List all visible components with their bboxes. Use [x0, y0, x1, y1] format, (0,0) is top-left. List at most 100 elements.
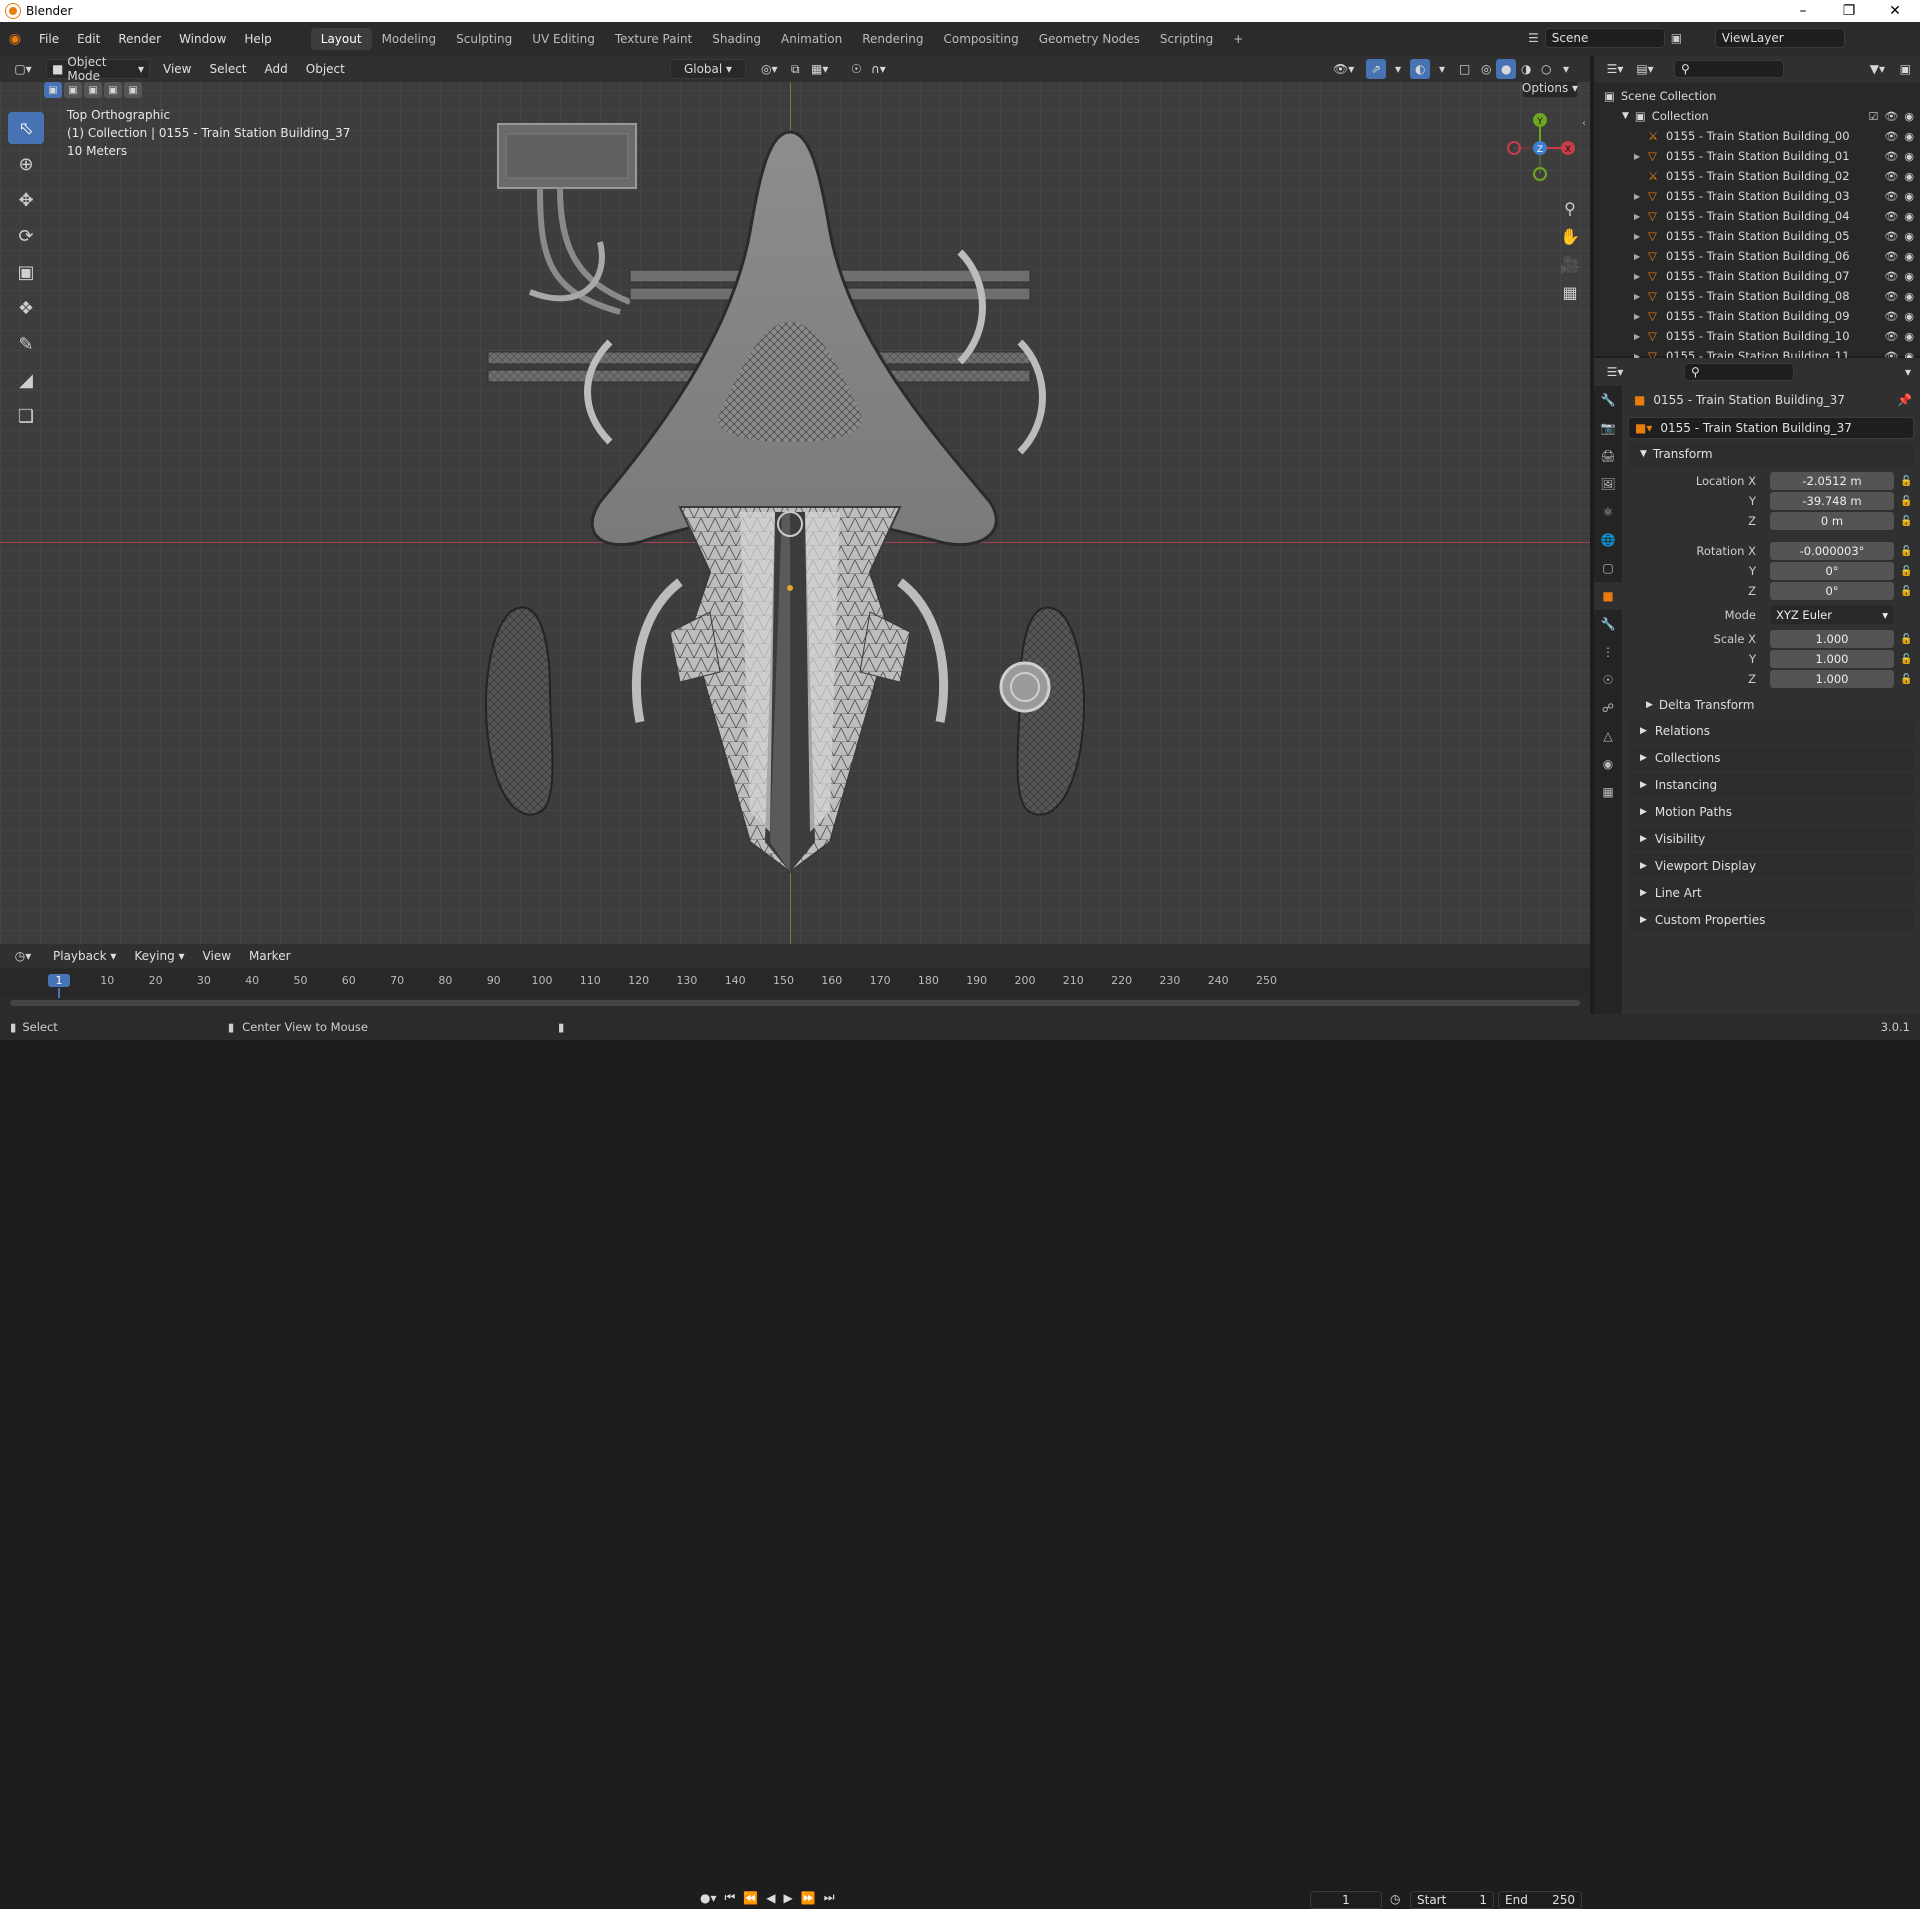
scale-tool-icon[interactable]: ▣: [8, 256, 44, 288]
falloff-icon[interactable]: ∩▾: [866, 59, 891, 79]
select-new-icon[interactable]: ▣: [44, 82, 62, 98]
scene-selector[interactable]: Scene: [1544, 28, 1665, 48]
viewport-menu-object[interactable]: Object: [297, 59, 354, 79]
select-subtract-icon[interactable]: ▣: [84, 82, 102, 98]
minimize-button[interactable]: –: [1780, 0, 1826, 22]
timeline-menu-keying[interactable]: Keying ▾: [125, 946, 193, 966]
panel-line-art[interactable]: ▶ Line Art: [1628, 881, 1914, 905]
tab-sculpting[interactable]: Sculpting: [446, 28, 522, 50]
outliner-item[interactable]: ▶ ▽ 0155 - Train Station Building_08 👁 ◉: [1594, 286, 1920, 306]
rendered-shading-icon[interactable]: ○: [1536, 59, 1556, 79]
panel-custom-properties[interactable]: ▶ Custom Properties: [1628, 908, 1914, 932]
select-box-tool-icon[interactable]: ⬁: [8, 112, 44, 144]
pan-hand-icon[interactable]: ✋: [1556, 222, 1584, 250]
transform-panel-header[interactable]: ▼ Transform: [1628, 442, 1914, 466]
particles-tab-icon[interactable]: ⋮: [1594, 638, 1622, 666]
measure-tool-icon[interactable]: ◢: [8, 364, 44, 396]
annotate-tool-icon[interactable]: ✎: [8, 328, 44, 360]
clock-icon[interactable]: ◷: [1390, 1892, 1400, 1906]
outliner-item[interactable]: ⚔ 0155 - Train Station Building_00 👁 ◉: [1594, 126, 1920, 146]
expand-arrow-icon[interactable]: ▶: [1634, 212, 1648, 221]
tool-tab-icon[interactable]: 🔧: [1594, 386, 1622, 414]
panel-instancing[interactable]: ▶ Instancing: [1628, 773, 1914, 797]
eye-icon[interactable]: 👁: [1884, 210, 1898, 223]
view-layer-tab-icon[interactable]: 🖼: [1594, 470, 1622, 498]
rotation-x-field[interactable]: -0.000003°: [1770, 542, 1894, 560]
timeline-editor-icon[interactable]: ◷▾: [8, 946, 38, 966]
menu-window[interactable]: Window: [170, 29, 235, 49]
maximize-button[interactable]: ❐: [1826, 0, 1872, 22]
location-y-field[interactable]: -39.748 m: [1770, 492, 1894, 510]
panel-motion-paths[interactable]: ▶ Motion Paths: [1628, 800, 1914, 824]
transform-orientation-select[interactable]: Global ▾: [670, 59, 746, 79]
constraints-tab-icon[interactable]: ☍: [1594, 694, 1622, 722]
scale-y-field[interactable]: 1.000: [1770, 650, 1894, 668]
menu-render[interactable]: Render: [109, 29, 170, 49]
lock-icon[interactable]: 🔓: [1900, 566, 1912, 577]
tab-shading[interactable]: Shading: [702, 28, 771, 50]
expand-arrow-icon[interactable]: ▶: [1634, 232, 1648, 241]
3d-viewport[interactable]: ▣ ▣ ▣ ▣ ▣ ⬁ ⊕ ✥ ⟳ ▣ ❖ ✎ ◢ ❏ Top Orthogra…: [0, 82, 1590, 944]
location-x-field[interactable]: -2.0512 m: [1770, 472, 1894, 490]
select-invert-icon[interactable]: ▣: [104, 82, 122, 98]
tab-texture-paint[interactable]: Texture Paint: [605, 28, 702, 50]
eye-icon[interactable]: 👁: [1884, 230, 1898, 243]
object-tab-icon[interactable]: ■: [1594, 582, 1622, 610]
object-name-field[interactable]: ■▾ 0155 - Train Station Building_37: [1628, 417, 1914, 439]
wireframe-shading-icon[interactable]: ◎: [1476, 59, 1496, 79]
world-tab-icon[interactable]: 🌐: [1594, 526, 1622, 554]
outliner-item[interactable]: ▶ ▽ 0155 - Train Station Building_01 👁 ◉: [1594, 146, 1920, 166]
move-tool-icon[interactable]: ✥: [8, 184, 44, 216]
camera-icon[interactable]: ◉: [1904, 270, 1914, 283]
navigation-gizmo[interactable]: Y X Z: [1500, 108, 1580, 188]
snap-icon[interactable]: ⧉: [786, 59, 805, 79]
scale-x-field[interactable]: 1.000: [1770, 630, 1894, 648]
train-station-model[interactable]: [470, 112, 1110, 932]
checkbox-icon[interactable]: ☑: [1869, 110, 1879, 123]
output-tab-icon[interactable]: 🖨: [1594, 442, 1622, 470]
eye-icon[interactable]: 👁: [1884, 250, 1898, 263]
eye-icon[interactable]: 👁: [1884, 130, 1898, 143]
menu-edit[interactable]: Edit: [68, 29, 109, 49]
pin-icon[interactable]: 📌: [1897, 393, 1912, 407]
camera-icon[interactable]: ◉: [1904, 150, 1914, 163]
overlay-dropdown-icon[interactable]: ▾: [1434, 59, 1450, 79]
camera-icon[interactable]: ◉: [1904, 210, 1914, 223]
camera-icon[interactable]: ◉: [1904, 250, 1914, 263]
camera-icon[interactable]: ◉: [1904, 330, 1914, 343]
jump-start-icon[interactable]: ⏮: [725, 1890, 736, 1905]
tab-uv-editing[interactable]: UV Editing: [522, 28, 605, 50]
eye-icon[interactable]: 👁: [1884, 150, 1898, 163]
gizmo-dropdown-icon[interactable]: ▾: [1390, 59, 1406, 79]
proportional-edit-icon[interactable]: ☉: [846, 59, 867, 79]
lock-icon[interactable]: 🔓: [1900, 516, 1912, 527]
camera-view-icon[interactable]: 🎥: [1556, 250, 1584, 278]
eye-icon[interactable]: 👁: [1884, 290, 1898, 303]
snap-target-icon[interactable]: ▦▾: [806, 59, 833, 79]
current-frame-field[interactable]: 1: [1310, 1891, 1382, 1909]
perspective-toggle-icon[interactable]: ▦: [1556, 278, 1584, 306]
texture-tab-icon[interactable]: ▦: [1594, 778, 1622, 806]
camera-icon[interactable]: ◉: [1904, 290, 1914, 303]
outliner-item[interactable]: ⚔ 0155 - Train Station Building_02 👁 ◉: [1594, 166, 1920, 186]
viewport-menu-view[interactable]: View: [154, 59, 200, 79]
frame-ruler[interactable]: 1 10 20 30 40 50 60 70 80 90 100 110 120 130 140 150 160…: [0, 968, 1590, 998]
rotate-tool-icon[interactable]: ⟳: [8, 220, 44, 252]
outliner-item[interactable]: ▶ ▽ 0155 - Train Station Building_09 👁 ◉: [1594, 306, 1920, 326]
physics-tab-icon[interactable]: ☉: [1594, 666, 1622, 694]
outliner-item[interactable]: ▶ ▽ 0155 - Train Station Building_04 👁 ◉: [1594, 206, 1920, 226]
tab-geometry-nodes[interactable]: Geometry Nodes: [1029, 28, 1150, 50]
timeline-menu-playback[interactable]: Playback ▾: [44, 946, 125, 966]
lock-icon[interactable]: 🔓: [1900, 674, 1912, 685]
outliner-collection[interactable]: ▼ ▣ Collection ☑ 👁 ◉: [1594, 106, 1920, 126]
lock-icon[interactable]: 🔓: [1900, 496, 1912, 507]
panel-relations[interactable]: ▶ Relations: [1628, 719, 1914, 743]
panel-visibility[interactable]: ▶ Visibility: [1628, 827, 1914, 851]
blender-menu-icon[interactable]: ◉: [0, 31, 30, 47]
mode-selector[interactable]: ■ Object Mode ▾: [46, 55, 150, 83]
lock-icon[interactable]: 🔓: [1900, 476, 1912, 487]
rotation-z-field[interactable]: 0°: [1770, 582, 1894, 600]
delta-transform-header[interactable]: ▶ Delta Transform: [1622, 695, 1920, 715]
expand-arrow-icon[interactable]: ▶: [1634, 252, 1648, 261]
pivot-point-icon[interactable]: ◎▾: [756, 59, 783, 79]
